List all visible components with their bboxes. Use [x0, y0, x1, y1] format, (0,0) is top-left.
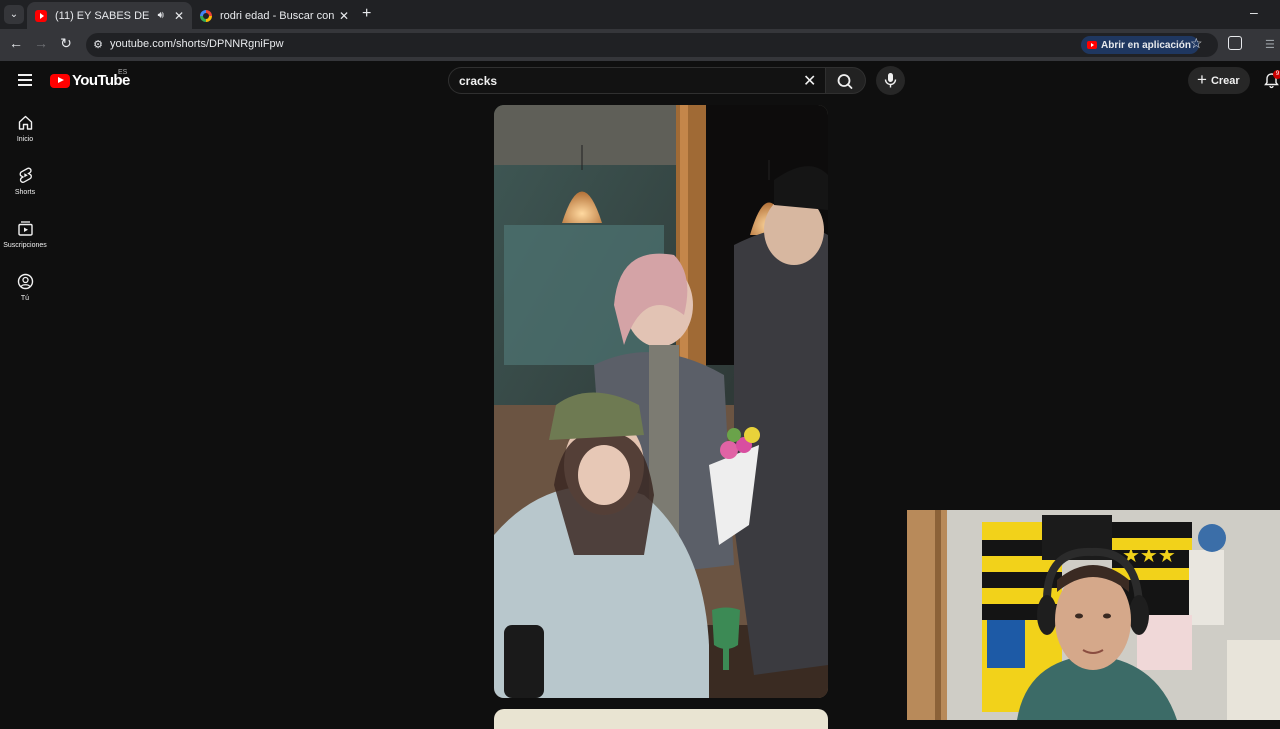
browser-toolbar: ← → ↻ ⚙ youtube.com/shorts/DPNNRgniFpw A…: [0, 29, 1280, 61]
open-in-app-label: Abrir en aplicación: [1101, 39, 1192, 51]
browser-tab-strip: ⌄ (11) EY SABES DE QUE ME L 🔊︎ ✕ rodri e…: [0, 0, 1280, 29]
minimize-window-button[interactable]: –: [1250, 4, 1258, 20]
guide-item-you[interactable]: Tú: [0, 273, 50, 302]
guide-item-shorts[interactable]: Shorts: [0, 167, 50, 196]
country-code: ES: [118, 69, 128, 76]
guide-item-home[interactable]: Inicio: [0, 114, 50, 143]
youtube-favicon-icon: [35, 9, 47, 22]
forward-button[interactable]: →: [31, 35, 51, 51]
create-label: Crear: [1210, 74, 1240, 87]
home-icon: [18, 115, 32, 130]
url-text[interactable]: youtube.com/shorts/DPNNRgniFpw: [110, 38, 284, 50]
clear-search-icon[interactable]: ✕: [803, 71, 816, 91]
tab-google[interactable]: rodri edad - Buscar con Google ✕: [192, 2, 357, 29]
you-icon: [17, 273, 33, 290]
search-input[interactable]: [459, 74, 789, 88]
guide-item-subscriptions[interactable]: Suscripciones: [0, 220, 50, 249]
new-tab-button[interactable]: +: [362, 5, 371, 23]
youtube-play-icon: [50, 73, 70, 88]
menu-icon[interactable]: [18, 74, 32, 86]
guide-label: Inicio: [16, 136, 34, 143]
close-tab-icon[interactable]: ✕: [339, 9, 349, 23]
search-button[interactable]: [826, 67, 866, 94]
side-panel-icon[interactable]: ☰: [1265, 38, 1275, 51]
open-in-app-button[interactable]: Abrir en aplicación: [1081, 36, 1200, 54]
plus-icon: +: [1197, 70, 1207, 89]
youtube-masthead: YouTube ES ✕ + Crear 9: [0, 61, 1280, 101]
site-info-icon[interactable]: ⚙: [91, 38, 105, 52]
youtube-logo[interactable]: YouTube ES: [50, 69, 130, 89]
shorts-icon: [19, 167, 32, 183]
microphone-icon: [884, 73, 897, 88]
guide-label: Suscripciones: [3, 242, 47, 249]
address-bar[interactable]: ⚙ youtube.com/shorts/DPNNRgniFpw Abrir e…: [86, 33, 1218, 57]
reload-button[interactable]: ↻: [56, 35, 76, 52]
next-short-preview[interactable]: [494, 709, 828, 729]
guide-label: Tú: [20, 295, 30, 302]
shorts-video-player[interactable]: [494, 105, 828, 698]
tab-youtube[interactable]: (11) EY SABES DE QUE ME L 🔊︎ ✕: [27, 2, 192, 29]
tab-title: rodri edad - Buscar con Google: [220, 9, 335, 22]
google-favicon-icon: [200, 9, 212, 22]
youtube-icon: [1087, 41, 1097, 49]
search-box: ✕: [448, 67, 826, 94]
extensions-icon[interactable]: [1228, 36, 1242, 50]
webcam-frame: ★★★: [907, 510, 1280, 720]
voice-search-button[interactable]: [876, 66, 905, 95]
guide-label: Shorts: [14, 189, 36, 196]
search-icon: [837, 74, 853, 89]
webcam-overlay: ★★★: [907, 510, 1280, 720]
notification-badge: 9: [1273, 70, 1280, 79]
video-frame: [494, 105, 828, 698]
back-button[interactable]: ←: [6, 35, 26, 51]
bookmark-star-icon[interactable]: ☆: [1190, 35, 1203, 52]
create-button[interactable]: + Crear: [1188, 67, 1250, 94]
tab-search-button[interactable]: ⌄: [4, 5, 24, 24]
subscriptions-icon: [17, 221, 33, 236]
close-tab-icon[interactable]: ✕: [174, 9, 184, 23]
tab-title: (11) EY SABES DE QUE ME L: [55, 9, 152, 22]
speaker-icon[interactable]: 🔊︎: [158, 10, 164, 21]
